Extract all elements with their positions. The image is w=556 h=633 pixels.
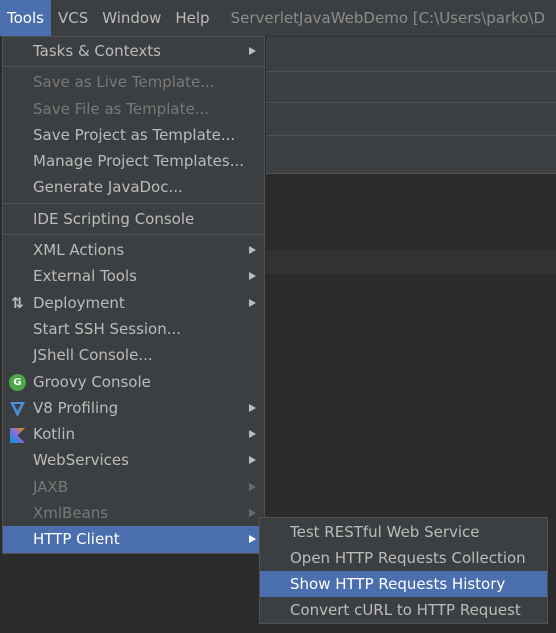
menu-item-label: Generate JavaDoc... bbox=[33, 178, 183, 197]
submenu-arrow-icon bbox=[249, 246, 256, 255]
menu-item-deployment[interactable]: ⇅ Deployment bbox=[3, 290, 264, 316]
menu-item-xmlbeans: XmlBeans bbox=[3, 500, 264, 526]
menu-item-manage-project-templates[interactable]: Manage Project Templates... bbox=[3, 148, 264, 174]
menu-item-label: Save File as Template... bbox=[33, 99, 209, 118]
editor-header-strip bbox=[266, 135, 556, 174]
navigation-strip bbox=[266, 71, 556, 103]
menu-item-tasks-contexts[interactable]: Tasks & Contexts bbox=[3, 38, 264, 64]
menu-item-jshell-console[interactable]: JShell Console... bbox=[3, 342, 264, 368]
menu-item-label: JShell Console... bbox=[33, 346, 153, 365]
menu-item-label: IDE Scripting Console bbox=[33, 209, 195, 228]
menu-item-label: XmlBeans bbox=[33, 504, 109, 523]
menu-item-save-live-template: Save as Live Template... bbox=[3, 69, 264, 95]
toolbar-strip bbox=[266, 37, 556, 71]
menu-bar: Tools VCS Window Help ServerletJavaWebDe… bbox=[0, 0, 556, 37]
editor-current-line bbox=[266, 250, 556, 274]
kotlin-icon bbox=[9, 426, 26, 444]
menu-item-label: Save Project as Template... bbox=[33, 125, 236, 144]
menu-item-label: WebServices bbox=[33, 451, 129, 470]
menu-item-v8-profiling[interactable]: V8 Profiling bbox=[3, 395, 264, 421]
menu-separator bbox=[3, 234, 264, 236]
menu-item-label: Manage Project Templates... bbox=[33, 152, 245, 171]
menu-item-external-tools[interactable]: External Tools bbox=[3, 263, 264, 289]
menu-item-save-project-template[interactable]: Save Project as Template... bbox=[3, 122, 264, 148]
menu-item-label: HTTP Client bbox=[33, 530, 120, 549]
menu-item-ide-scripting-console[interactable]: IDE Scripting Console bbox=[3, 206, 264, 232]
tab-strip bbox=[266, 102, 556, 136]
submenu-arrow-icon bbox=[249, 430, 256, 439]
menu-help[interactable]: Help bbox=[168, 0, 216, 36]
submenu-arrow-icon bbox=[249, 272, 256, 281]
submenu-item-open-http-collection[interactable]: Open HTTP Requests Collection bbox=[260, 545, 547, 571]
submenu-arrow-icon bbox=[249, 298, 256, 307]
menu-item-generate-javadoc[interactable]: Generate JavaDoc... bbox=[3, 174, 264, 200]
menu-item-label: JAXB bbox=[33, 477, 68, 496]
submenu-item-show-http-history[interactable]: Show HTTP Requests History bbox=[260, 571, 547, 597]
menu-item-label: Tasks & Contexts bbox=[33, 42, 161, 60]
tools-menu: Tasks & Contexts Save as Live Template..… bbox=[2, 36, 265, 554]
menu-item-label: Start SSH Session... bbox=[33, 319, 182, 338]
menu-item-webservices[interactable]: WebServices bbox=[3, 447, 264, 473]
menu-separator bbox=[3, 202, 264, 204]
menu-item-label: XML Actions bbox=[33, 241, 125, 260]
menu-item-label: External Tools bbox=[33, 267, 137, 286]
submenu-arrow-icon bbox=[249, 509, 256, 518]
menu-item-xml-actions[interactable]: XML Actions bbox=[3, 237, 264, 263]
menu-item-jaxb: JAXB bbox=[3, 474, 264, 500]
window-title: ServerletJavaWebDemo [C:\Users\parko\D bbox=[230, 9, 546, 27]
menu-item-groovy-console[interactable]: G Groovy Console bbox=[3, 369, 264, 395]
menu-window[interactable]: Window bbox=[95, 0, 168, 36]
deployment-icon: ⇅ bbox=[11, 293, 24, 312]
menu-item-label: Kotlin bbox=[33, 425, 75, 444]
menu-item-http-client[interactable]: HTTP Client bbox=[3, 526, 264, 553]
submenu-arrow-icon bbox=[249, 535, 256, 544]
menu-tools[interactable]: Tools bbox=[0, 0, 51, 36]
menu-separator bbox=[3, 66, 264, 68]
submenu-arrow-icon bbox=[249, 47, 256, 55]
groovy-icon: G bbox=[9, 373, 26, 391]
menu-item-save-file-template: Save File as Template... bbox=[3, 96, 264, 122]
submenu-item-convert-curl[interactable]: Convert cURL to HTTP Request bbox=[260, 597, 547, 623]
menu-item-label: Groovy Console bbox=[33, 372, 151, 391]
submenu-item-test-restful[interactable]: Test RESTful Web Service bbox=[260, 519, 547, 545]
submenu-arrow-icon bbox=[249, 403, 256, 412]
menu-item-label: Save as Live Template... bbox=[33, 73, 215, 92]
menu-vcs[interactable]: VCS bbox=[51, 0, 95, 36]
menu-item-label: V8 Profiling bbox=[33, 398, 119, 417]
menu-item-label: Deployment bbox=[33, 293, 125, 312]
submenu-arrow-icon bbox=[249, 482, 256, 491]
menu-item-start-ssh-session[interactable]: Start SSH Session... bbox=[3, 316, 264, 342]
menu-item-kotlin[interactable]: Kotlin bbox=[3, 421, 264, 447]
http-client-submenu: Test RESTful Web Service Open HTTP Reque… bbox=[259, 517, 548, 624]
v8-icon bbox=[9, 400, 26, 417]
submenu-arrow-icon bbox=[249, 456, 256, 465]
